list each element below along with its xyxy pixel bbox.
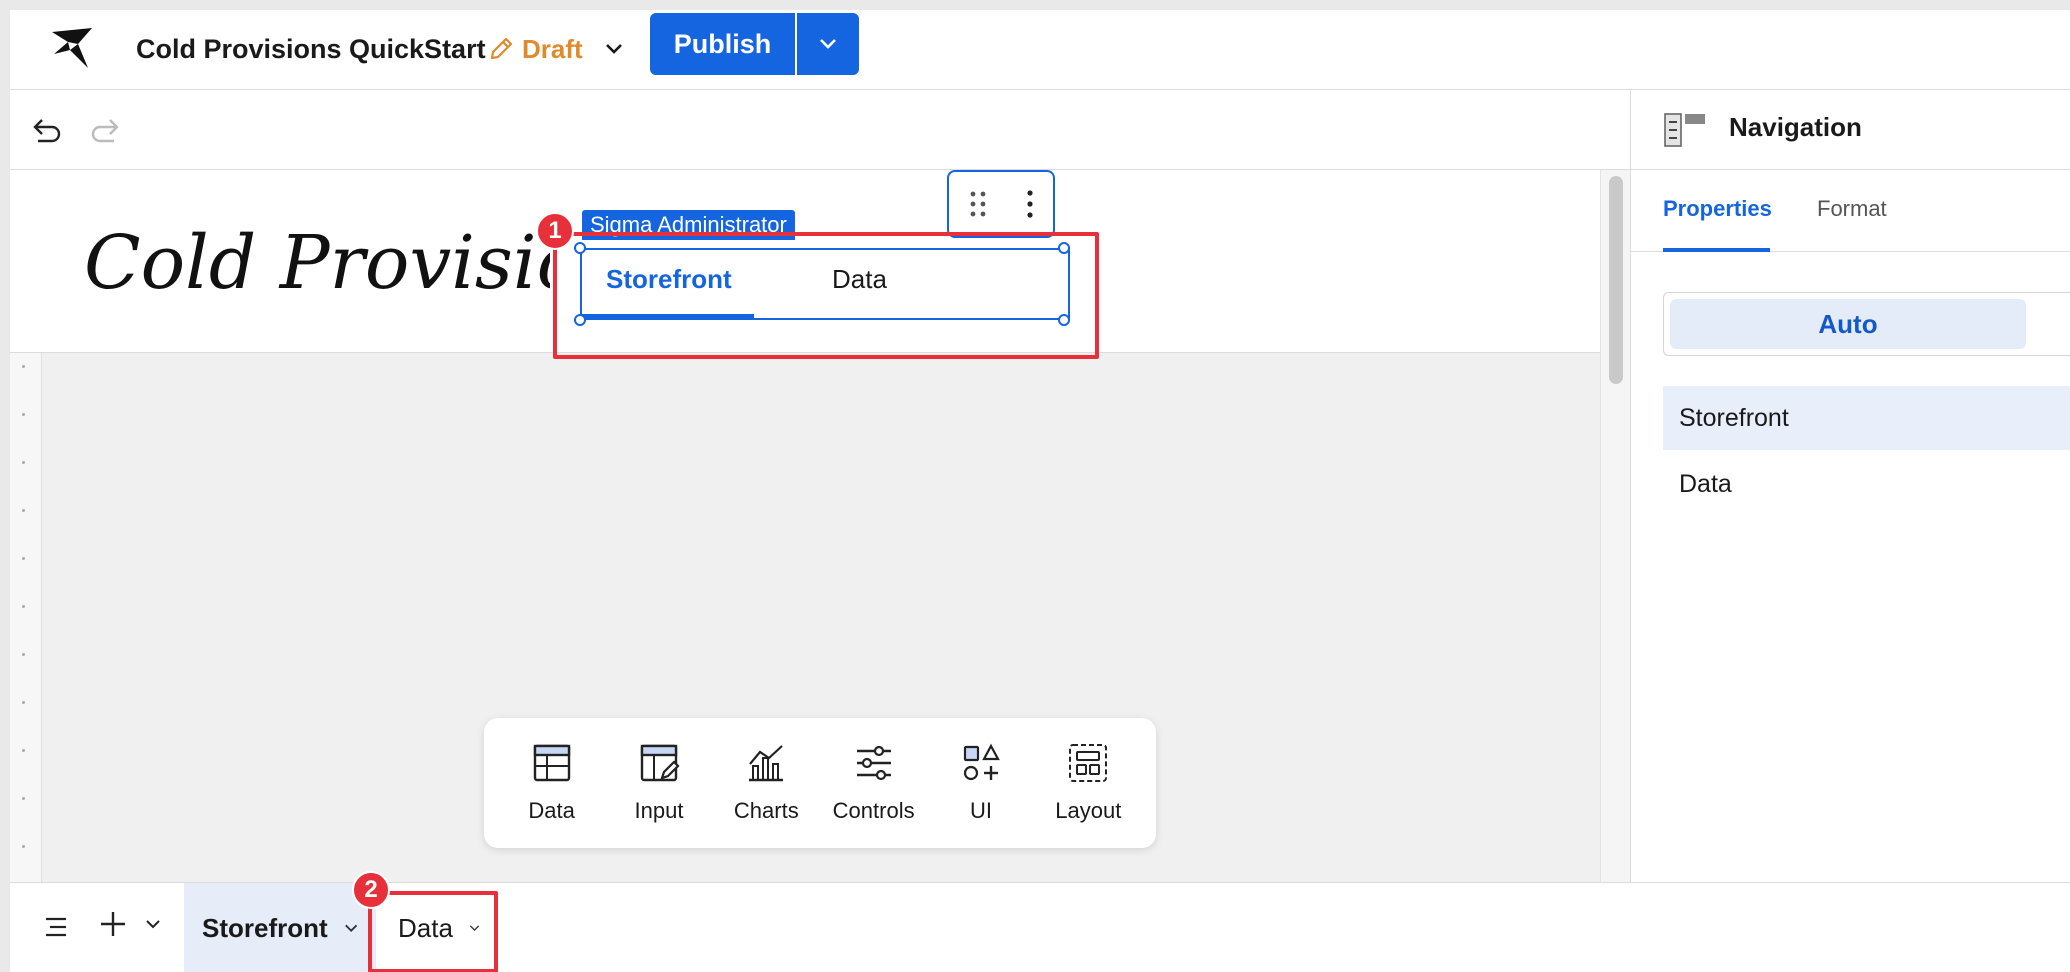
insert-data-button[interactable]: Data bbox=[502, 742, 602, 824]
insert-input-button[interactable]: Input bbox=[609, 742, 709, 824]
annotation-badge-1: 1 bbox=[536, 212, 574, 250]
scrollbar-thumb[interactable] bbox=[1609, 176, 1623, 384]
publish-button[interactable]: Publish bbox=[650, 13, 795, 75]
tab-properties[interactable]: Properties bbox=[1663, 196, 1772, 222]
publish-options-button[interactable] bbox=[795, 13, 859, 75]
logo-text: Cold Provisions bbox=[84, 220, 550, 306]
properties-panel: Navigation Properties Format Auto Storef… bbox=[1630, 90, 2070, 882]
nav-list-item-data[interactable]: Data bbox=[1663, 452, 2070, 516]
insert-ui-button[interactable]: UI bbox=[931, 742, 1031, 824]
insert-charts-label: Charts bbox=[733, 798, 799, 823]
input-table-icon bbox=[640, 744, 680, 782]
annotation-highlight-1 bbox=[553, 232, 1099, 359]
sizing-toggle: Auto bbox=[1663, 292, 2070, 356]
workbook-canvas[interactable]: Cold Provisions Sigma Administrator Stor… bbox=[10, 170, 1600, 882]
insert-layout-label: Layout bbox=[1055, 798, 1122, 823]
sliders-icon bbox=[856, 745, 891, 781]
navigation-element-icon bbox=[1664, 113, 1705, 147]
active-tab-indicator bbox=[1663, 248, 1770, 252]
element-insert-bar: Data Input Charts Controls UI Layout bbox=[484, 718, 1156, 848]
insert-controls-button[interactable]: Controls bbox=[824, 742, 924, 824]
chevron-down-icon[interactable] bbox=[344, 922, 358, 934]
panel-header: Navigation bbox=[1631, 90, 2070, 170]
vertical-ruler bbox=[10, 353, 42, 882]
insert-controls-label: Controls bbox=[832, 798, 915, 823]
draft-label: Draft bbox=[522, 33, 583, 64]
table-icon bbox=[533, 744, 570, 782]
draft-status-dropdown[interactable]: Draft bbox=[488, 30, 623, 68]
top-bar: Cold Provisions QuickStart Draft Publish bbox=[10, 10, 2070, 90]
insert-charts-button[interactable]: Charts bbox=[716, 742, 816, 824]
pencil-icon bbox=[490, 37, 513, 60]
page-tab-bar: Storefront Data 2 bbox=[10, 871, 2070, 972]
page-list-icon[interactable] bbox=[42, 913, 70, 941]
auto-button[interactable]: Auto bbox=[1670, 299, 2026, 349]
chevron-down-icon bbox=[820, 39, 836, 49]
insert-ui-label: UI bbox=[969, 798, 992, 823]
app-window: Cold Provisions QuickStart Draft Publish bbox=[10, 10, 2070, 972]
page-tab-label: Storefront bbox=[202, 912, 328, 943]
cold-provisions-logo-image[interactable]: Cold Provisions bbox=[80, 204, 667, 314]
edit-toolbar bbox=[10, 90, 1630, 170]
page-tab-storefront[interactable]: Storefront bbox=[184, 883, 376, 972]
chart-icon bbox=[749, 745, 784, 782]
more-options-icon[interactable] bbox=[1025, 189, 1035, 219]
redo-icon[interactable] bbox=[90, 116, 120, 144]
canvas-scrollbar[interactable] bbox=[1600, 170, 1630, 882]
annotation-badge-2: 2 bbox=[352, 871, 390, 909]
undo-icon[interactable] bbox=[32, 116, 62, 144]
workbook-title[interactable]: Cold Provisions QuickStart bbox=[136, 32, 486, 66]
annotation-highlight-2 bbox=[368, 891, 498, 972]
panel-tabs: Properties Format bbox=[1631, 170, 2070, 252]
panel-title: Navigation bbox=[1729, 112, 1862, 142]
insert-input-label: Input bbox=[634, 798, 684, 823]
chevron-down-icon bbox=[605, 44, 622, 54]
shapes-icon bbox=[963, 743, 1000, 781]
insert-data-label: Data bbox=[528, 798, 575, 823]
sigma-logo-icon[interactable] bbox=[48, 24, 98, 74]
add-page-icon[interactable] bbox=[98, 909, 128, 939]
publish-button-group: Publish bbox=[650, 13, 859, 75]
chevron-down-icon[interactable] bbox=[144, 917, 162, 931]
layout-icon bbox=[1069, 744, 1108, 782]
insert-layout-button[interactable]: Layout bbox=[1038, 742, 1138, 824]
element-handle-toolbar[interactable] bbox=[947, 170, 1055, 238]
drag-handle-icon[interactable] bbox=[968, 189, 988, 219]
tab-format[interactable]: Format bbox=[1817, 196, 1887, 222]
nav-list-item-storefront[interactable]: Storefront bbox=[1663, 386, 2070, 450]
